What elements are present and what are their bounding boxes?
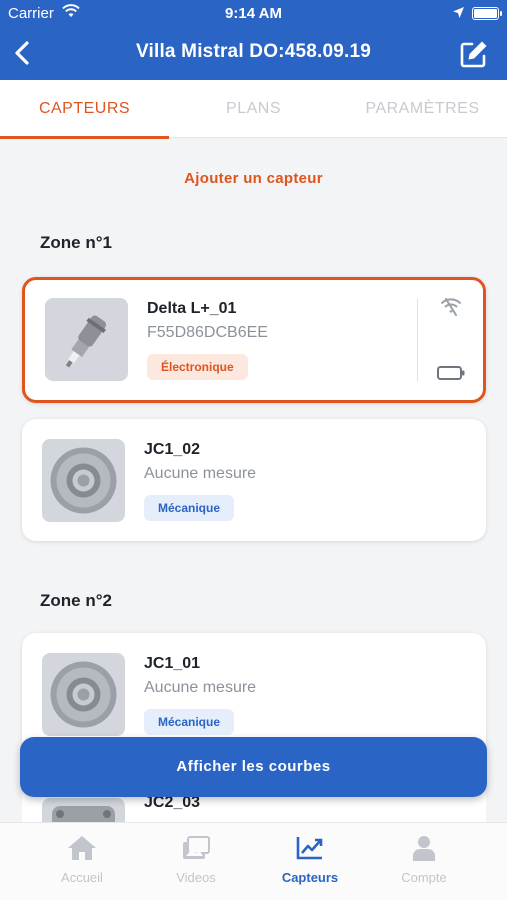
page-title: Villa Mistral DO:458.09.19	[135, 41, 372, 62]
tab-label: Accueil	[61, 870, 103, 885]
sensor-type-badge: Électronique	[147, 354, 248, 380]
sensor-status: Aucune mesure	[144, 465, 257, 482]
edit-icon[interactable]	[458, 38, 490, 70]
home-icon	[68, 836, 96, 860]
show-curves-button[interactable]: Afficher les courbes	[20, 737, 487, 797]
tab-label: Videos	[176, 870, 216, 885]
sensor-thumbnail	[42, 439, 125, 522]
bottom-tab-compte[interactable]: Compte	[361, 823, 487, 900]
sensor-name: JC1_02	[144, 441, 201, 458]
add-sensor-link[interactable]: Ajouter un capteur	[0, 170, 507, 187]
electronic-sensor-icon	[65, 315, 107, 368]
tab-plans[interactable]: PLANS	[169, 80, 338, 138]
mechanical-sensor-icon	[50, 661, 117, 728]
sensor-name: Delta L+_01	[147, 300, 237, 317]
tab-capteurs[interactable]: CAPTEURS	[0, 80, 169, 139]
sensor-card-delta[interactable]: Delta L+_01 F55D86DCB6EE Électronique	[22, 277, 486, 403]
segment-tabs: CAPTEURS PLANS PARAMÈTRES	[0, 80, 507, 139]
sensor-id: F55D86DCB6EE	[147, 324, 268, 341]
mechanical-sensor-icon	[50, 447, 117, 514]
sensor-thumbnail	[45, 298, 128, 381]
bottom-tab-videos[interactable]: Videos	[133, 823, 259, 900]
videos-icon	[183, 836, 210, 859]
tab-label: Capteurs	[281, 870, 339, 885]
back-chevron-icon[interactable]	[8, 38, 38, 68]
sensor-type-badge: Mécanique	[144, 709, 235, 735]
nav-bar: Villa Mistral DO:458.09.19	[0, 28, 507, 80]
battery-low-icon	[437, 366, 465, 380]
clock: 9:14 AM	[225, 5, 282, 22]
bottom-tab-accueil[interactable]: Accueil	[19, 823, 145, 900]
zone-title: Zone n°2	[40, 591, 112, 610]
card-divider	[417, 298, 418, 382]
sensor-name: JC1_01	[144, 655, 201, 672]
status-bar: Carrier 9:14 AM	[0, 0, 507, 28]
sensor-card-jc1-02[interactable]: JC1_02 Aucune mesure Mécanique	[22, 419, 486, 541]
sensor-thumbnail	[42, 653, 125, 736]
bottom-tab-capteurs[interactable]: Capteurs	[247, 823, 373, 900]
battery-icon	[472, 7, 502, 20]
sensor-type-badge: Mécanique	[144, 495, 235, 521]
tab-parametres[interactable]: PARAMÈTRES	[338, 80, 507, 138]
sensor-status: Aucune mesure	[144, 679, 257, 696]
location-arrow-icon	[453, 7, 464, 18]
no-signal-icon	[440, 298, 462, 316]
tab-label: Compte	[401, 870, 447, 885]
chart-icon	[296, 837, 323, 860]
person-icon	[413, 836, 435, 861]
bottom-tab-bar: Accueil Videos Capteurs Compte	[0, 822, 507, 900]
zone-title: Zone n°1	[40, 233, 112, 252]
